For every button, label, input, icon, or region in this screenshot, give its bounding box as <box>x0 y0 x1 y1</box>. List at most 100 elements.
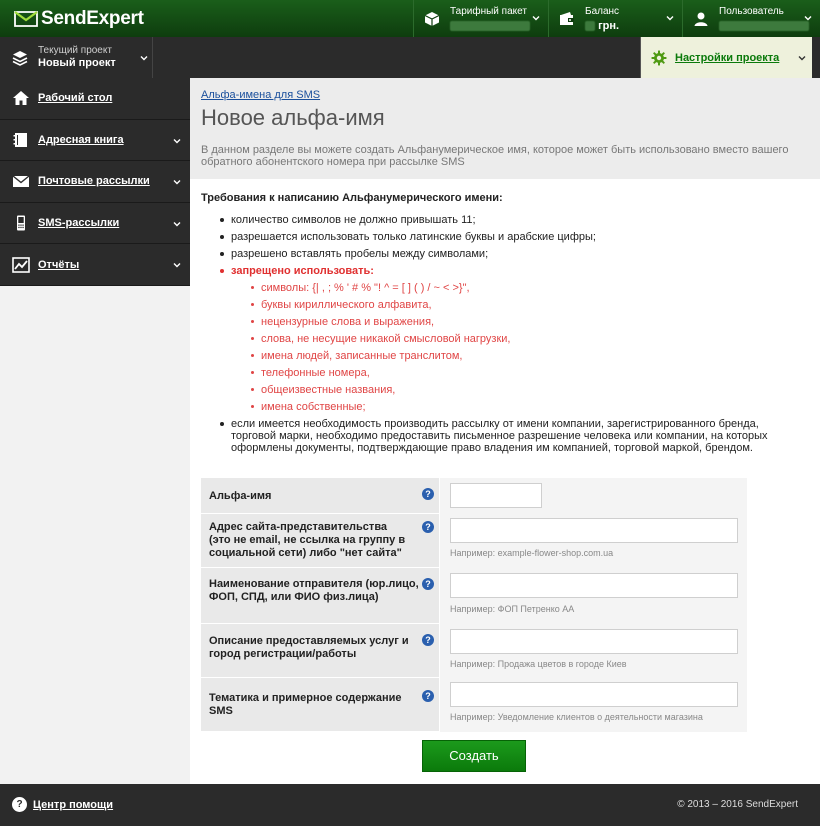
form-field-cell: Например: Уведомление клиентов о деятель… <box>439 678 747 732</box>
phone-icon <box>17 215 25 231</box>
user-menu[interactable]: Пользователь <box>682 0 820 37</box>
services-input[interactable] <box>450 629 738 654</box>
page-description: В данном разделе вы можете создать Альфа… <box>201 144 789 168</box>
mail-icon <box>12 175 30 188</box>
brand-name-part: Send <box>41 8 87 29</box>
balance-label: Баланс <box>585 5 620 17</box>
site-hint: Например: example-flower-shop.com.ua <box>450 548 614 558</box>
requirement-item: разрешается использовать только латински… <box>220 231 775 243</box>
user-name-redacted <box>719 20 809 31</box>
sidebar-item-dashboard[interactable]: Рабочий стол <box>0 78 190 120</box>
sidebar-background <box>0 286 190 784</box>
sidebar-item-label: Отчёты <box>38 258 80 271</box>
chevron-down-icon <box>798 56 806 61</box>
chart-icon <box>12 256 30 273</box>
page-title: Новое альфа-имя <box>201 105 385 130</box>
requirement-item: разрешено вставлять пробелы между символ… <box>220 248 775 260</box>
help-center-link[interactable]: ? Центр помощи <box>12 797 113 812</box>
forbidden-item: символы: {| , ; % ' # % "! ^ = [ ] ( ) /… <box>231 282 775 294</box>
forbidden-item: нецензурные слова и выражения, <box>231 316 775 328</box>
page-header: Альфа-имена для SMS Новое альфа-имя В да… <box>190 78 820 179</box>
form-field-cell: Например: Продажа цветов в городе Киев <box>439 624 747 678</box>
user-label: Пользователь <box>719 5 784 17</box>
topic-hint: Например: Уведомление клиентов о деятель… <box>450 712 703 722</box>
sender-hint: Например: ФОП Петренко АА <box>450 604 575 614</box>
sender-input[interactable] <box>450 573 738 598</box>
requirements-list: количество символов не должно привышать … <box>220 214 775 459</box>
requirement-item: количество символов не должно привышать … <box>220 214 775 226</box>
form-field-cell: Например: ФОП Петренко АА <box>439 568 747 624</box>
layers-icon <box>12 50 28 66</box>
form-row-site: Адрес сайта-представительства (это не em… <box>201 514 747 568</box>
top-header: SendExpert Тарифный пакет Баланс грн. По… <box>0 0 820 37</box>
sidebar: Рабочий стол Адресная книга Почтовые рас… <box>0 78 190 286</box>
sidebar-item-label: Рабочий стол <box>38 92 113 105</box>
form-field-cell <box>439 478 747 514</box>
project-bar: Текущий проект Новый проект Настройки пр… <box>0 37 820 78</box>
requirement-item: если имеется необходимость производить р… <box>220 418 775 454</box>
brand-name-part: Expert <box>86 8 144 29</box>
sidebar-item-address-book[interactable]: Адресная книга <box>0 120 190 162</box>
project-settings-label: Настройки проекта <box>675 51 780 64</box>
sidebar-item-label: SMS-рассылки <box>38 217 120 230</box>
form-field-cell: Например: example-flower-shop.com.ua <box>439 514 747 568</box>
brand-name: SendExpert <box>41 8 144 30</box>
footer: ? Центр помощи © 2013 – 2016 SendExpert <box>0 784 820 826</box>
form-row-alpha-name: Альфа-имя ? <box>201 478 747 514</box>
project-selector[interactable]: Текущий проект Новый проект <box>0 37 152 78</box>
bar-edge <box>812 37 820 78</box>
forbidden-item: телефонные номера, <box>231 367 775 379</box>
help-icon[interactable]: ? <box>422 690 434 702</box>
wallet-icon <box>560 11 574 25</box>
help-icon[interactable]: ? <box>422 488 434 500</box>
forbidden-list: символы: {| , ; % ' # % "! ^ = [ ] ( ) /… <box>231 282 775 413</box>
site-input[interactable] <box>450 518 738 543</box>
alpha-name-input[interactable] <box>450 483 542 508</box>
tariff-value-redacted <box>450 20 530 31</box>
forbidden-item: общеизвестные названия, <box>231 384 775 396</box>
forbidden-item: слова, не несущие никакой смысловой нагр… <box>231 333 775 345</box>
balance-currency: грн. <box>598 19 620 32</box>
chevron-down-icon <box>666 16 674 21</box>
topic-input[interactable] <box>450 682 738 707</box>
user-icon <box>694 12 708 26</box>
box-icon <box>424 11 440 26</box>
logo[interactable]: SendExpert <box>14 7 144 31</box>
services-hint: Например: Продажа цветов в городе Киев <box>450 659 627 669</box>
form-row-topic: Тематика и примерное содержание SMS ? На… <box>201 678 747 732</box>
forbidden-title: запрещено использовать: <box>231 265 374 277</box>
form-row-services: Описание предоставляемых услуг и город р… <box>201 624 747 678</box>
balance-menu[interactable]: Баланс грн. <box>548 0 682 37</box>
sender-label: Наименование отправителя (юр.лицо, ФОП, … <box>209 578 419 603</box>
sidebar-item-sms-campaigns[interactable]: SMS-рассылки <box>0 203 190 245</box>
chevron-down-icon <box>140 56 148 61</box>
help-icon[interactable]: ? <box>422 634 434 646</box>
topic-label: Тематика и примерное содержание SMS <box>209 692 402 717</box>
breadcrumb-link[interactable]: Альфа-имена для SMS <box>201 89 320 101</box>
sidebar-item-reports[interactable]: Отчёты <box>0 244 190 286</box>
help-center-label: Центр помощи <box>33 798 114 811</box>
forbidden-item: имена собственные; <box>231 401 775 413</box>
divider <box>152 37 153 78</box>
chevron-down-icon <box>173 221 181 227</box>
home-icon <box>13 91 29 106</box>
create-button[interactable]: Создать <box>422 740 526 772</box>
help-icon: ? <box>12 797 27 812</box>
chevron-down-icon <box>804 16 812 21</box>
help-icon[interactable]: ? <box>422 578 434 590</box>
chevron-down-icon <box>173 263 181 268</box>
requirements-title: Требования к написанию Альфанумерическог… <box>201 192 503 204</box>
help-icon[interactable]: ? <box>422 521 434 533</box>
alpha-name-label: Альфа-имя <box>209 490 272 502</box>
forbidden-section: запрещено использовать: символы: {| , ; … <box>220 265 775 413</box>
tariff-menu[interactable]: Тарифный пакет <box>413 0 548 37</box>
sidebar-item-email-campaigns[interactable]: Почтовые рассылки <box>0 161 190 203</box>
forbidden-item: имена людей, записанные транслитом, <box>231 350 775 362</box>
project-name: Новый проект <box>38 57 116 69</box>
sidebar-item-label: Адресная книга <box>38 133 124 146</box>
gear-icon <box>651 50 667 65</box>
project-settings-button[interactable]: Настройки проекта <box>640 37 812 78</box>
project-label: Текущий проект <box>38 45 112 56</box>
chevron-down-icon <box>173 138 181 144</box>
forbidden-item: буквы кириллического алфавита, <box>231 299 775 311</box>
